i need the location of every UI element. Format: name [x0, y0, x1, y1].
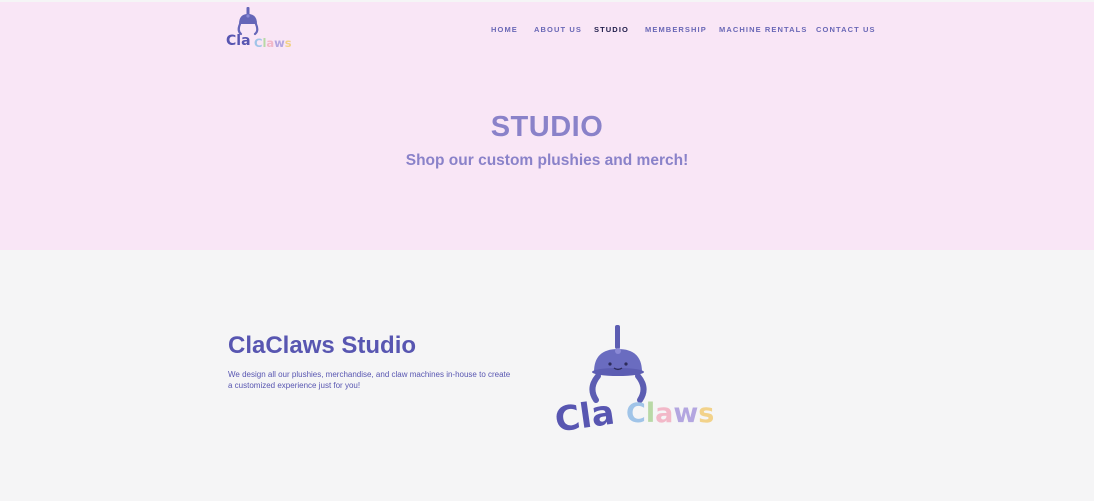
svg-text:Cla: Cla [226, 33, 251, 49]
nav-studio[interactable]: STUDIO [594, 24, 645, 36]
nav-home[interactable]: HOME [491, 24, 534, 36]
hero-section: Cla Claws HOME ABOUT US STUDIO MEMBERSHI… [0, 2, 1094, 250]
studio-logo-image: Cla Claws [552, 322, 734, 441]
site-logo[interactable]: Cla Claws [226, 7, 298, 50]
logo-claws-text: Claws [254, 36, 292, 49]
nav-machine-rentals[interactable]: MACHINE RENTALS [719, 24, 816, 36]
studio-logo-claws-text: Claws [626, 398, 714, 429]
claclaws-claw-logo-icon: Cla Claws [552, 325, 714, 441]
nav-about-us[interactable]: ABOUT US [534, 24, 594, 36]
svg-text:Cla: Cla [552, 393, 617, 436]
page-title: STUDIO [490, 111, 604, 143]
claw-machine-logo-icon: Cla Claws [226, 7, 292, 50]
main-nav: HOME ABOUT US STUDIO MEMBERSHIP MACHINE … [491, 24, 876, 36]
studio-heading: ClaClaws Studio [228, 332, 417, 359]
nav-contact-us[interactable]: CONTACT US [816, 24, 876, 36]
page-subtitle: Shop our custom plushies and merch! [405, 152, 689, 169]
studio-description: We design all our plushies, merchandise,… [228, 370, 511, 390]
nav-membership[interactable]: MEMBERSHIP [645, 24, 719, 36]
